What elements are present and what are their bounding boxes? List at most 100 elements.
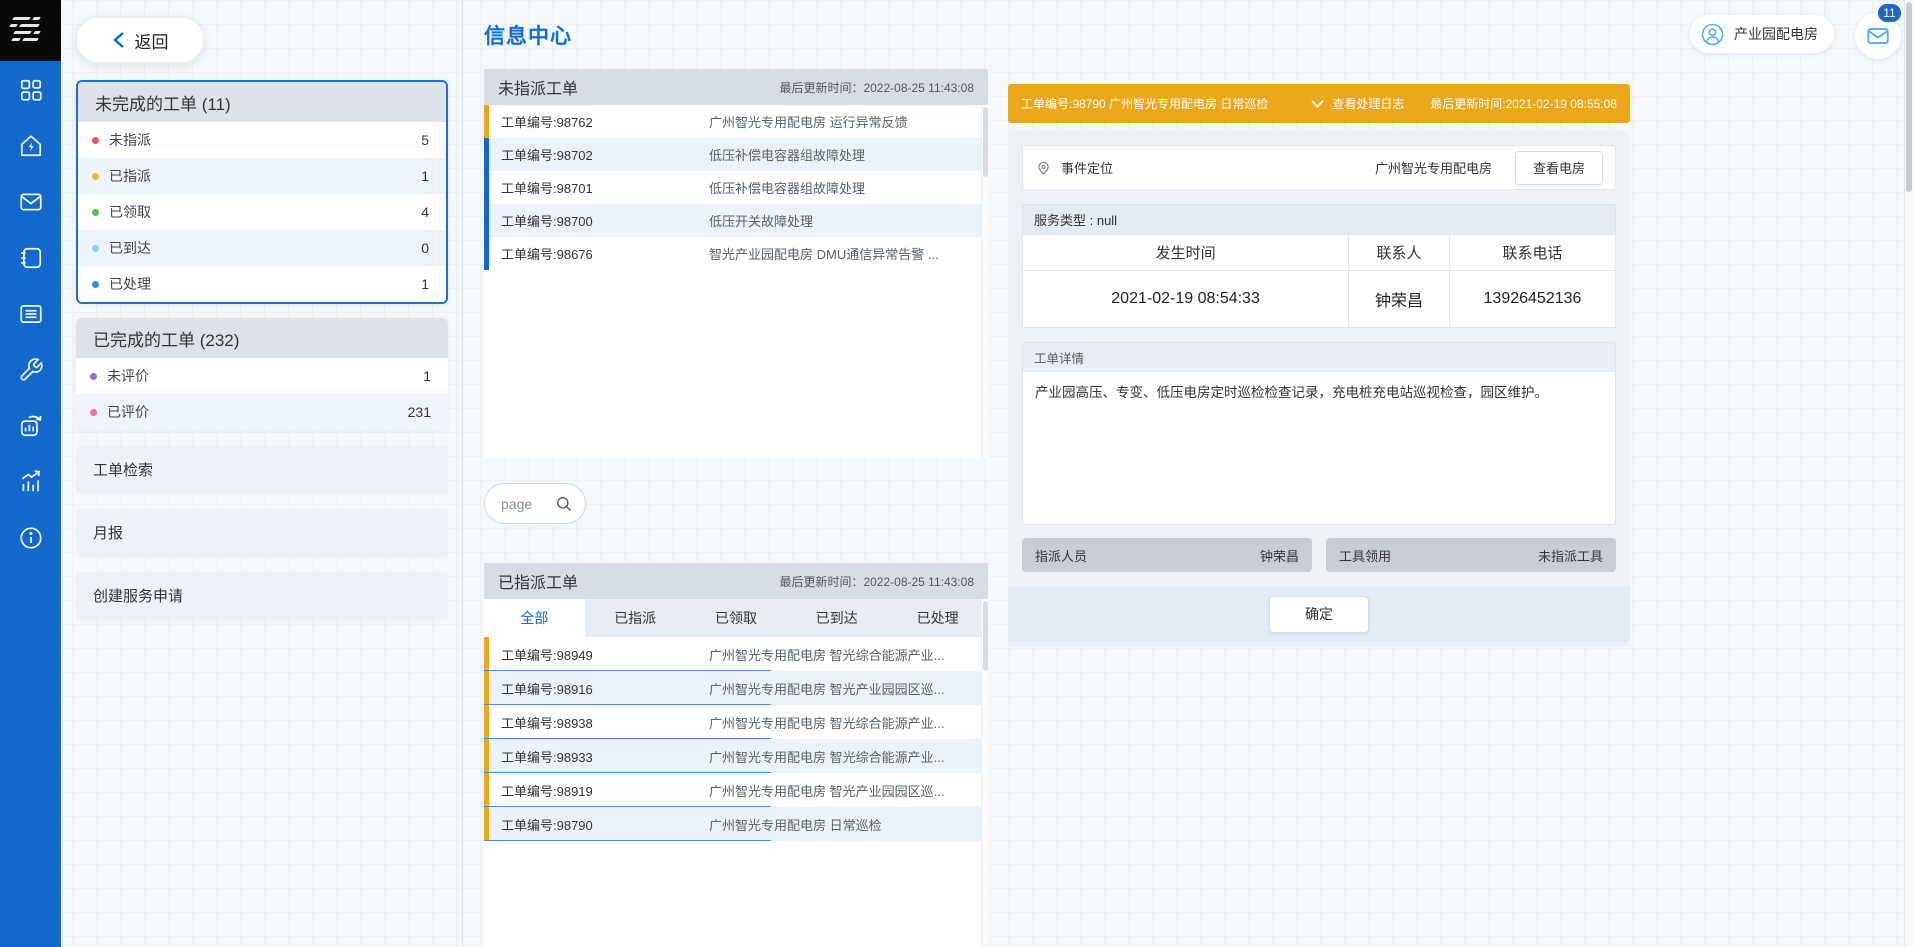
unfinished-card-title: 未完成的工单 (11) bbox=[78, 82, 446, 122]
user-name: 产业园配电房 bbox=[1734, 24, 1818, 44]
unassigned-order-list: 工单编号:98762 广州智光专用配电房 运行异常反馈 工单编号:98702 低… bbox=[484, 105, 988, 270]
order-row[interactable]: 工单编号:98949 广州智光专用配电房 智光综合能源产业... bbox=[484, 637, 988, 671]
contact-phone: 13926452136 bbox=[1449, 271, 1615, 328]
chevron-down-icon bbox=[1310, 98, 1325, 109]
category-row-assigned[interactable]: 已指派 1 bbox=[78, 158, 446, 194]
order-detail-banner: 工单编号:98790 广州智光专用配电房 日常巡检 查看处理日志 最后更新时间:… bbox=[1008, 84, 1630, 123]
page-scrollbar[interactable] bbox=[1904, 0, 1913, 947]
nav-monthly-report[interactable]: 月报 bbox=[76, 509, 448, 556]
tab-assigned[interactable]: 已指派 bbox=[585, 599, 686, 637]
scrollbar-thumb[interactable] bbox=[1906, 2, 1912, 192]
assigned-orders-panel: 已指派工单 最后更新时间：2022-08-25 11:43:08 全部 已指派 … bbox=[484, 563, 988, 947]
status-dot bbox=[92, 245, 99, 252]
order-row[interactable]: 工单编号:98916 广州智光专用配电房 智光产业园园区巡... bbox=[484, 671, 988, 705]
map-pin-icon bbox=[1035, 159, 1052, 176]
order-row[interactable]: 工单编号:98701 低压补偿电容器组故障处理 bbox=[484, 171, 988, 204]
left-divider bbox=[462, 0, 463, 947]
category-row-rated[interactable]: 已评价 231 bbox=[76, 394, 448, 430]
banner-updated-time: 最后更新时间:2021-02-19 08:55:08 bbox=[1430, 95, 1617, 112]
finished-card-title: 已完成的工单 (232) bbox=[76, 318, 448, 358]
user-icon bbox=[1700, 22, 1725, 47]
category-row-claimed[interactable]: 已领取 4 bbox=[78, 194, 446, 230]
tab-arrived[interactable]: 已到达 bbox=[786, 599, 887, 637]
chevron-left-icon bbox=[112, 31, 126, 49]
status-dot bbox=[92, 137, 99, 144]
count-badge: 231 bbox=[408, 404, 431, 420]
status-dot bbox=[92, 281, 99, 288]
work-detail-label: 工单详情 bbox=[1023, 343, 1615, 372]
report-icon[interactable] bbox=[18, 413, 44, 439]
app-logo bbox=[0, 0, 61, 61]
order-row[interactable]: 工单编号:98676 智光产业园配电房 DMU通信异常告警 ... bbox=[484, 237, 988, 270]
category-row-unrated[interactable]: 未评价 1 bbox=[76, 358, 448, 394]
order-row[interactable]: 工单编号:98938 广州智光专用配电房 智光综合能源产业... bbox=[484, 705, 988, 739]
column-header-time: 发生时间 bbox=[1023, 235, 1349, 271]
page-search-input[interactable] bbox=[501, 496, 547, 512]
count-badge: 5 bbox=[421, 132, 429, 148]
order-row-selected[interactable]: 工单编号:98790 广州智光专用配电房 日常巡检 bbox=[484, 807, 988, 841]
detail-footer: 确定 bbox=[1008, 586, 1630, 642]
unassigned-updated-time: 最后更新时间：2022-08-25 11:43:08 bbox=[779, 79, 974, 96]
service-type-bar: 服务类型 : null bbox=[1022, 204, 1616, 234]
banner-order-title: 工单编号:98790 广州智光专用配电房 日常巡检 bbox=[1021, 95, 1268, 112]
status-dot bbox=[90, 373, 97, 380]
occurrence-time: 2021-02-19 08:54:33 bbox=[1023, 271, 1349, 328]
assigned-panel-header: 已指派工单 最后更新时间：2022-08-25 11:43:08 bbox=[484, 563, 988, 599]
home-energy-icon[interactable] bbox=[18, 133, 44, 159]
tab-claimed[interactable]: 已领取 bbox=[686, 599, 787, 637]
tools-value: 未指派工具 bbox=[1538, 546, 1603, 565]
order-row[interactable]: 工单编号:98700 低压开关故障处理 bbox=[484, 204, 988, 237]
status-bar bbox=[484, 637, 489, 671]
event-location-value: 广州智光专用配电房 bbox=[1375, 158, 1492, 177]
tab-processed[interactable]: 已处理 bbox=[887, 599, 988, 637]
tab-all[interactable]: 全部 bbox=[484, 599, 585, 637]
assigned-updated-time: 最后更新时间：2022-08-25 11:43:08 bbox=[779, 573, 974, 590]
unassigned-panel-title: 未指派工单 bbox=[498, 75, 578, 99]
status-bar bbox=[484, 739, 489, 773]
unread-count-badge: 11 bbox=[1876, 2, 1903, 24]
status-dot bbox=[92, 209, 99, 216]
order-row[interactable]: 工单编号:98762 广州智光专用配电房 运行异常反馈 bbox=[484, 105, 988, 138]
event-location-label: 事件定位 bbox=[1061, 158, 1113, 177]
panel-scrollbar[interactable] bbox=[981, 105, 988, 459]
unassigned-panel-header: 未指派工单 最后更新时间：2022-08-25 11:43:08 bbox=[484, 69, 988, 105]
info-center-main: 信息中心 未指派工单 最后更新时间：2022-08-25 11:43:08 工单… bbox=[484, 0, 988, 947]
wrench-icon[interactable] bbox=[18, 357, 44, 383]
view-power-room-button[interactable]: 查看电房 bbox=[1515, 151, 1603, 185]
order-row[interactable]: 工单编号:98702 低压补偿电容器组故障处理 bbox=[484, 138, 988, 171]
tools-label: 工具领用 bbox=[1339, 546, 1391, 565]
left-panel: 返回 未完成的工单 (11) 未指派 5 已指派 1 已领取 4 已到达 bbox=[76, 0, 448, 619]
page-search-box[interactable] bbox=[484, 483, 586, 524]
back-button[interactable]: 返回 bbox=[76, 17, 204, 63]
list-icon[interactable] bbox=[18, 301, 44, 327]
order-row[interactable]: 工单编号:98933 广州智光专用配电房 智光综合能源产业... bbox=[484, 739, 988, 773]
apps-icon[interactable] bbox=[18, 77, 44, 103]
status-bar bbox=[484, 204, 489, 237]
search-icon[interactable] bbox=[555, 495, 573, 513]
category-row-processed[interactable]: 已处理 1 bbox=[78, 266, 446, 302]
contact-person: 钟荣昌 bbox=[1349, 271, 1450, 328]
assignee-label: 指派人员 bbox=[1035, 546, 1087, 565]
panel-scrollbar[interactable] bbox=[981, 599, 988, 947]
count-badge: 1 bbox=[421, 276, 429, 292]
unassigned-orders-panel: 未指派工单 最后更新时间：2022-08-25 11:43:08 工单编号:98… bbox=[484, 69, 988, 459]
order-detail-panel: 事件定位 广州智光专用配电房 查看电房 服务类型 : null 发生时间 联系人… bbox=[1008, 131, 1630, 647]
view-log-button[interactable]: 查看处理日志 bbox=[1310, 95, 1404, 112]
back-label: 返回 bbox=[135, 28, 169, 53]
status-bar bbox=[484, 705, 489, 739]
category-row-arrived[interactable]: 已到达 0 bbox=[78, 230, 446, 266]
order-row[interactable]: 工单编号:98919 广州智光专用配电房 智光产业园园区巡... bbox=[484, 773, 988, 807]
confirm-button[interactable]: 确定 bbox=[1269, 596, 1369, 633]
finished-orders-card: 已完成的工单 (232) 未评价 1 已评价 231 bbox=[76, 318, 448, 430]
mail-icon[interactable] bbox=[18, 189, 44, 215]
table-row: 2021-02-19 08:54:33 钟荣昌 13926452136 bbox=[1023, 271, 1616, 328]
envelope-icon bbox=[1865, 23, 1891, 49]
nav-create-service-request[interactable]: 创建服务申请 bbox=[76, 572, 448, 619]
info-icon[interactable] bbox=[18, 525, 44, 551]
work-detail-content: 产业园高压、专变、低压电房定时巡检检查记录，充电桩充电站巡视检查，园区维护。 bbox=[1023, 372, 1615, 524]
notebook-icon[interactable] bbox=[18, 245, 44, 271]
nav-order-search[interactable]: 工单检索 bbox=[76, 446, 448, 493]
trend-icon[interactable] bbox=[18, 469, 44, 495]
category-row-unassigned[interactable]: 未指派 5 bbox=[78, 122, 446, 158]
user-account-chip[interactable]: 产业园配电房 bbox=[1690, 15, 1834, 53]
